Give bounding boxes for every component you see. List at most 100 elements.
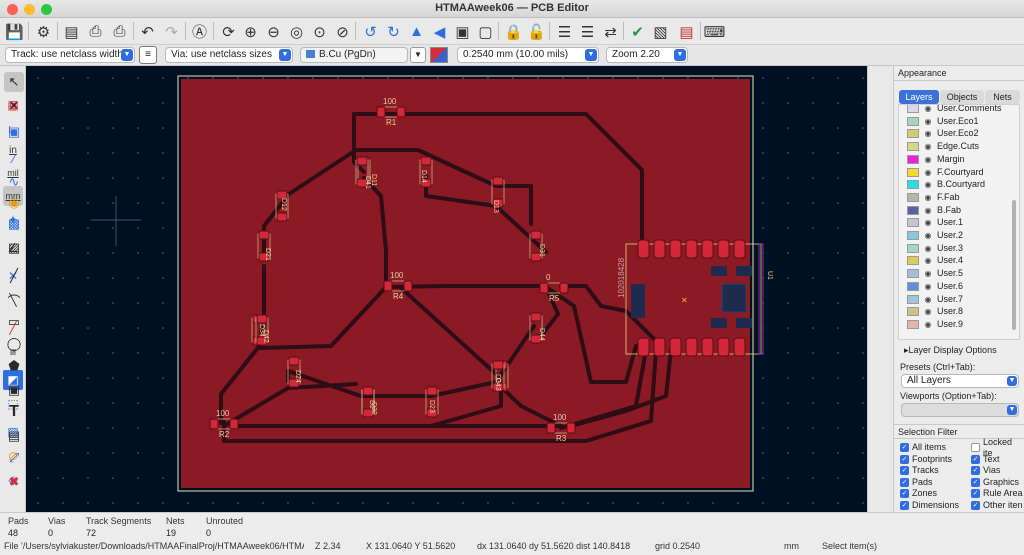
eye-icon[interactable]: ◉ bbox=[923, 166, 933, 179]
layer-color-swatch[interactable] bbox=[907, 281, 919, 291]
place-footprint-icon[interactable]: ▣ bbox=[4, 122, 24, 142]
eye-icon[interactable]: ◉ bbox=[923, 280, 933, 293]
zoom-objects-icon[interactable]: ⊙ bbox=[309, 21, 330, 42]
selection-filter-item[interactable]: ✓ Tracks bbox=[900, 465, 939, 476]
layer-row[interactable]: ◉ B.Courtyard bbox=[907, 178, 1017, 191]
rotate-cw-icon[interactable]: ↻ bbox=[383, 21, 404, 42]
checkbox[interactable]: ✓ bbox=[900, 489, 909, 498]
print-icon[interactable]: ⎙ bbox=[85, 21, 106, 42]
layer-color-swatch[interactable] bbox=[907, 243, 919, 253]
board-setup-icon[interactable]: ⚙ bbox=[33, 21, 54, 42]
selection-filter-item[interactable]: ✓ Vias bbox=[971, 465, 1000, 476]
via-size-select[interactable]: Via: use netclass sizes ▼ bbox=[165, 47, 293, 63]
draw-arc-icon[interactable]: ⌒ bbox=[4, 290, 24, 310]
layer-row[interactable]: ◉ User.4 bbox=[907, 254, 1017, 267]
draw-rect-icon[interactable]: ▭ bbox=[4, 312, 24, 332]
eye-icon[interactable]: ◉ bbox=[923, 254, 933, 267]
add-dimension-icon[interactable]: ⤢ bbox=[4, 448, 24, 468]
eye-icon[interactable]: ◉ bbox=[923, 216, 933, 229]
eye-icon[interactable]: ◉ bbox=[923, 293, 933, 306]
select-arrow-icon[interactable]: ↖ bbox=[4, 72, 24, 92]
checkbox[interactable]: ✓ bbox=[971, 489, 980, 498]
selection-filter-item[interactable]: ✓ All items bbox=[900, 442, 946, 453]
selection-filter-item[interactable]: ✓ Other iten bbox=[971, 500, 1023, 511]
layer-color-swatch[interactable] bbox=[907, 256, 919, 266]
layer-row[interactable]: ◉ User.Eco2 bbox=[907, 127, 1017, 140]
update-pcb-icon[interactable]: ⇄ bbox=[600, 21, 621, 42]
add-via-icon[interactable]: ◉ bbox=[4, 193, 24, 213]
plot-icon[interactable]: ⎙ bbox=[109, 21, 130, 42]
eye-icon[interactable]: ◉ bbox=[923, 242, 933, 255]
page-settings-icon[interactable]: ▤ bbox=[61, 21, 82, 42]
checkbox[interactable]: ✓ bbox=[971, 454, 980, 464]
draw-polygon-icon[interactable]: ⬟ bbox=[4, 356, 24, 376]
eye-icon[interactable]: ◉ bbox=[923, 305, 933, 318]
eye-icon[interactable]: ◉ bbox=[923, 191, 933, 204]
layer-color-swatch[interactable] bbox=[907, 116, 919, 126]
layer-color-swatch[interactable] bbox=[907, 294, 919, 304]
viewports-select[interactable]: ▼ bbox=[901, 403, 1019, 417]
tab-nets[interactable]: Nets bbox=[985, 90, 1020, 104]
delete-tool-icon[interactable]: ✖ bbox=[4, 472, 24, 492]
undo-icon[interactable]: ↶ bbox=[137, 21, 158, 42]
layer-row[interactable]: ◉ User.1 bbox=[907, 216, 1017, 229]
group-icon[interactable]: ▣ bbox=[452, 21, 473, 42]
presets-select[interactable]: All Layers ▼ bbox=[901, 374, 1019, 388]
ungroup-icon[interactable]: ▢ bbox=[475, 21, 496, 42]
add-image-icon[interactable]: ▣ bbox=[4, 380, 24, 400]
local-ratsnest-icon[interactable]: ✕ bbox=[4, 96, 24, 116]
draw-circle-icon[interactable]: ◯ bbox=[4, 334, 24, 354]
mirror-vertical-icon[interactable]: ◀ bbox=[429, 21, 450, 42]
layer-color-swatch[interactable] bbox=[907, 180, 919, 190]
scripting-console-icon[interactable]: ⌨ bbox=[704, 21, 726, 42]
eye-icon[interactable]: ◉ bbox=[923, 115, 933, 128]
layer-select[interactable]: B.Cu (PgDn) bbox=[300, 47, 408, 63]
add-rule-area-icon[interactable]: ▨ bbox=[4, 238, 24, 258]
route-track-icon[interactable]: ∕ bbox=[4, 148, 24, 168]
track-width-select[interactable]: Track: use netclass width ▼ bbox=[5, 47, 135, 63]
selection-filter-item[interactable]: ✓ Zones bbox=[900, 488, 937, 499]
selection-filter-item[interactable]: ✓ Graphics bbox=[971, 477, 1019, 488]
save-icon[interactable]: 💾 bbox=[4, 21, 25, 42]
eye-icon[interactable]: ◉ bbox=[923, 229, 933, 242]
netlist-icon[interactable]: ☰ bbox=[554, 21, 575, 42]
layer-row[interactable]: ◉ User.7 bbox=[907, 293, 1017, 306]
selection-filter-item[interactable]: ✓ Footprints bbox=[900, 454, 952, 465]
layer-row[interactable]: ◉ User.5 bbox=[907, 267, 1017, 280]
layer-row[interactable]: ◉ B.Fab bbox=[907, 204, 1017, 217]
selection-filter-item[interactable]: ✓ Rule Area bbox=[971, 488, 1023, 499]
rotate-ccw-icon[interactable]: ↺ bbox=[360, 21, 381, 42]
checkbox[interactable]: ✓ bbox=[900, 454, 909, 464]
layer-color-swatch[interactable] bbox=[907, 129, 919, 139]
draw-line-icon[interactable]: ╱ bbox=[4, 266, 24, 286]
layer-color-swatch[interactable] bbox=[907, 192, 919, 202]
unlock-icon[interactable]: 🔓 bbox=[526, 21, 547, 42]
layer-row[interactable]: ◉ User.6 bbox=[907, 280, 1017, 293]
eye-icon[interactable]: ◉ bbox=[923, 267, 933, 280]
layer-dropdown-button[interactable]: ▼ bbox=[410, 47, 426, 63]
layer-row[interactable]: ◉ F.Courtyard bbox=[907, 166, 1017, 179]
checkbox[interactable]: ✓ bbox=[971, 477, 980, 487]
zoom-in-icon[interactable]: ⊕ bbox=[240, 21, 261, 42]
layer-color-swatch[interactable] bbox=[907, 218, 919, 228]
eye-icon[interactable]: ◉ bbox=[923, 153, 933, 166]
selection-filter-item[interactable]: ✓ Dimensions bbox=[900, 500, 959, 511]
layer-list-scrollbar[interactable] bbox=[1012, 200, 1016, 330]
checkbox[interactable] bbox=[971, 443, 980, 452]
layer-color-swatch[interactable] bbox=[907, 205, 919, 215]
add-textbox-icon[interactable]: ▤ bbox=[4, 426, 24, 446]
eye-icon[interactable]: ◉ bbox=[923, 178, 933, 191]
add-text-icon[interactable]: T bbox=[4, 402, 24, 422]
layer-row[interactable]: ◉ User.Eco1 bbox=[907, 115, 1017, 128]
mirror-horizontal-icon[interactable]: ▲ bbox=[406, 21, 427, 42]
layer-row[interactable]: ◉ User.2 bbox=[907, 229, 1017, 242]
zoom-fit-icon[interactable]: ◎ bbox=[286, 21, 307, 42]
redo-icon[interactable]: ↷ bbox=[161, 21, 182, 42]
zoom-selection-icon[interactable]: ⊘ bbox=[332, 21, 353, 42]
layer-color-swatch[interactable] bbox=[907, 307, 919, 317]
tune-length-icon[interactable]: ∿ bbox=[4, 172, 24, 192]
grid-select[interactable]: 0.2540 mm (10.00 mils) ▼ bbox=[457, 47, 599, 63]
find-icon[interactable]: Ⓐ bbox=[189, 21, 210, 42]
layer-color-swatch[interactable] bbox=[907, 154, 919, 164]
checkbox[interactable]: ✓ bbox=[900, 477, 909, 487]
